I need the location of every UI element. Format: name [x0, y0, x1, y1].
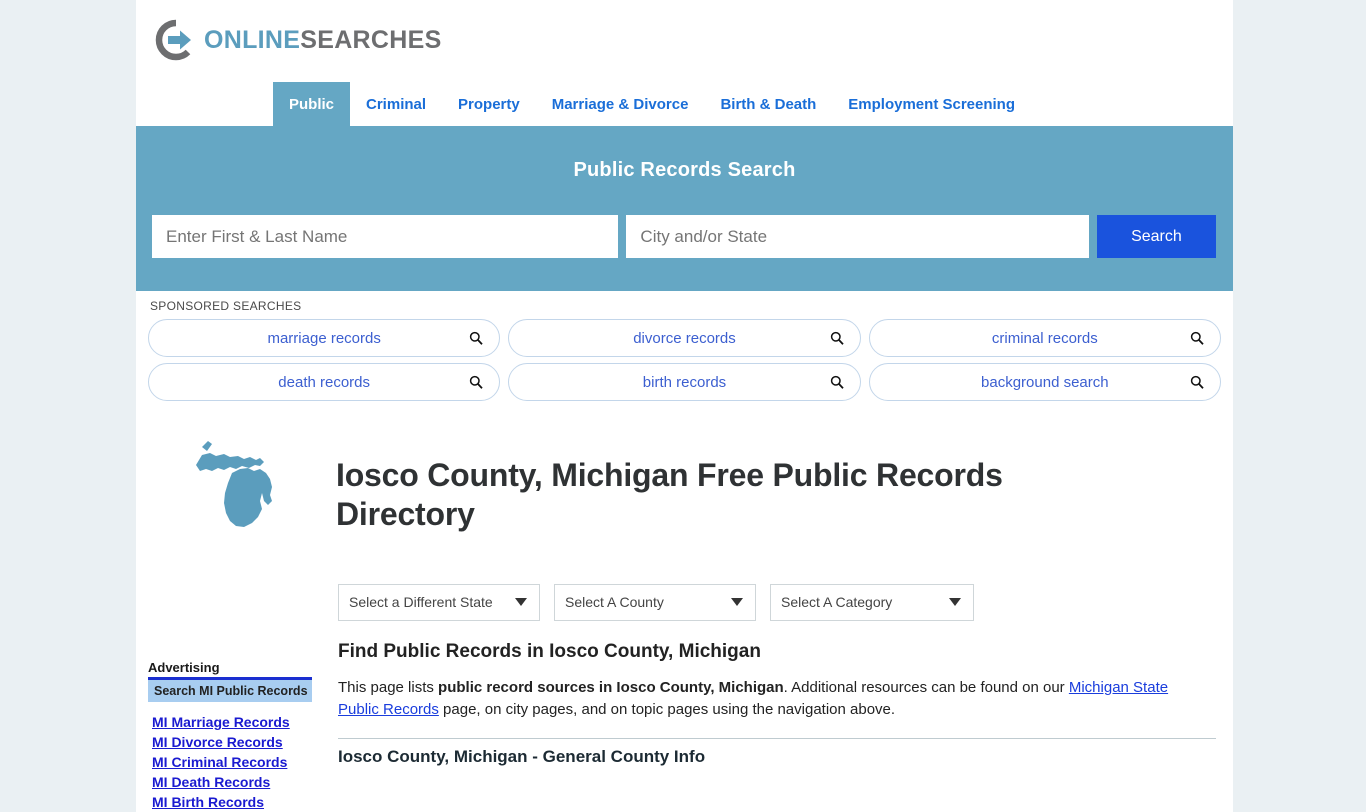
logo-wordmark: ONLINESEARCHES [204, 25, 442, 54]
search-icon [469, 375, 483, 389]
sponsored-birth-records[interactable]: birth records [508, 363, 861, 401]
search-icon [1190, 375, 1204, 389]
sponsored-item-label: criminal records [991, 329, 1098, 347]
intro-mid: . Additional resources can be found on o… [783, 678, 1069, 696]
content-divider [338, 737, 1216, 739]
page-container: ONLINESEARCHES Public Criminal Property … [136, 0, 1233, 812]
section-title: Find Public Records in Iosco County, Mic… [338, 640, 761, 662]
sponsored-row-1: marriage records divorce records crimina… [148, 319, 1221, 357]
sidebar-link-mi-criminal-records[interactable]: MI Criminal Records [148, 752, 326, 772]
logo-word-searches: SEARCHES [300, 25, 442, 54]
tab-criminal[interactable]: Criminal [350, 82, 442, 126]
logo-word-online: ONLINE [204, 25, 301, 54]
category-select[interactable]: Select A Category [770, 583, 974, 621]
sponsored-marriage-records[interactable]: marriage records [148, 319, 501, 357]
search-icon [830, 331, 844, 345]
intro-paragraph: This page lists public record sources in… [338, 677, 1186, 722]
state-select-label: Select a Different State [349, 594, 493, 611]
primary-nav: Public Criminal Property Marriage & Divo… [136, 82, 1233, 126]
search-form: Search [152, 215, 1216, 258]
sponsored-item-label: marriage records [267, 329, 381, 347]
state-select[interactable]: Select a Different State [338, 583, 540, 621]
tab-marriage-divorce[interactable]: Marriage & Divorce [536, 82, 705, 126]
search-icon [830, 375, 844, 389]
category-select-label: Select A Category [781, 594, 893, 611]
sponsored-item-label: background search [981, 373, 1109, 391]
site-header: ONLINESEARCHES [136, 0, 1233, 82]
sponsored-divorce-records[interactable]: divorce records [508, 319, 861, 357]
search-icon [469, 331, 483, 345]
sponsored-criminal-records[interactable]: criminal records [868, 319, 1221, 357]
name-search-input[interactable] [152, 215, 619, 258]
chevron-down-icon [515, 598, 527, 607]
sponsored-searches-label: SPONSORED SEARCHES [150, 299, 302, 313]
page-title: Iosco County, Michigan Free Public Recor… [336, 457, 1003, 533]
banner-title: Public Records Search [573, 159, 796, 181]
sidebar-link-mi-death-records[interactable]: MI Death Records [148, 772, 326, 792]
search-button[interactable]: Search [1096, 215, 1216, 258]
tab-public[interactable]: Public [273, 82, 351, 126]
tab-employment-screening[interactable]: Employment Screening [832, 82, 1031, 126]
michigan-state-map-icon [148, 429, 336, 556]
county-select[interactable]: Select A County [554, 583, 756, 621]
general-county-info-title: Iosco County, Michigan - General County … [338, 746, 706, 766]
tab-property[interactable]: Property [442, 82, 536, 126]
intro-tail: page, on city pages, and on topic pages … [438, 701, 896, 719]
site-logo[interactable]: ONLINESEARCHES [154, 18, 442, 62]
sidebar-link-mi-divorce-records[interactable]: MI Divorce Records [148, 732, 326, 752]
main-content: Find Public Records in Iosco County, Mic… [326, 641, 1221, 812]
sponsored-item-label: divorce records [633, 329, 736, 347]
intro-bold: public record sources in Iosco County, M… [438, 678, 784, 696]
public-records-search-banner: Public Records Search Search [136, 126, 1233, 291]
sponsored-background-search[interactable]: background search [868, 363, 1221, 401]
sponsored-item-label: death records [278, 373, 371, 391]
search-mi-public-records-box[interactable]: Search MI Public Records [148, 679, 312, 702]
hero-block: Iosco County, Michigan Free Public Recor… [136, 407, 1233, 556]
advertising-sidebar: Advertising Search MI Public Records MI … [148, 641, 326, 812]
filter-selects: Select a Different State Select A County… [136, 556, 1233, 621]
sidebar-link-mi-marriage-records[interactable]: MI Marriage Records [148, 712, 326, 732]
sponsored-row-2: death records birth records background s… [148, 363, 1221, 401]
body-columns: Advertising Search MI Public Records MI … [136, 621, 1233, 812]
circle-arrow-icon [154, 18, 198, 62]
sponsored-death-records[interactable]: death records [148, 363, 501, 401]
advertising-heading: Advertising [148, 659, 220, 675]
tab-birth-death[interactable]: Birth & Death [704, 82, 832, 126]
chevron-down-icon [949, 598, 961, 607]
search-icon [1190, 331, 1204, 345]
city-state-search-input[interactable] [626, 215, 1089, 258]
sponsored-item-label: birth records [642, 373, 727, 391]
intro-lead: This page lists [338, 678, 439, 696]
county-select-label: Select A County [565, 594, 664, 611]
chevron-down-icon [731, 598, 743, 607]
sponsored-searches: SPONSORED SEARCHES marriage records divo… [136, 291, 1233, 401]
sidebar-link-mi-birth-records[interactable]: MI Birth Records [148, 792, 326, 812]
